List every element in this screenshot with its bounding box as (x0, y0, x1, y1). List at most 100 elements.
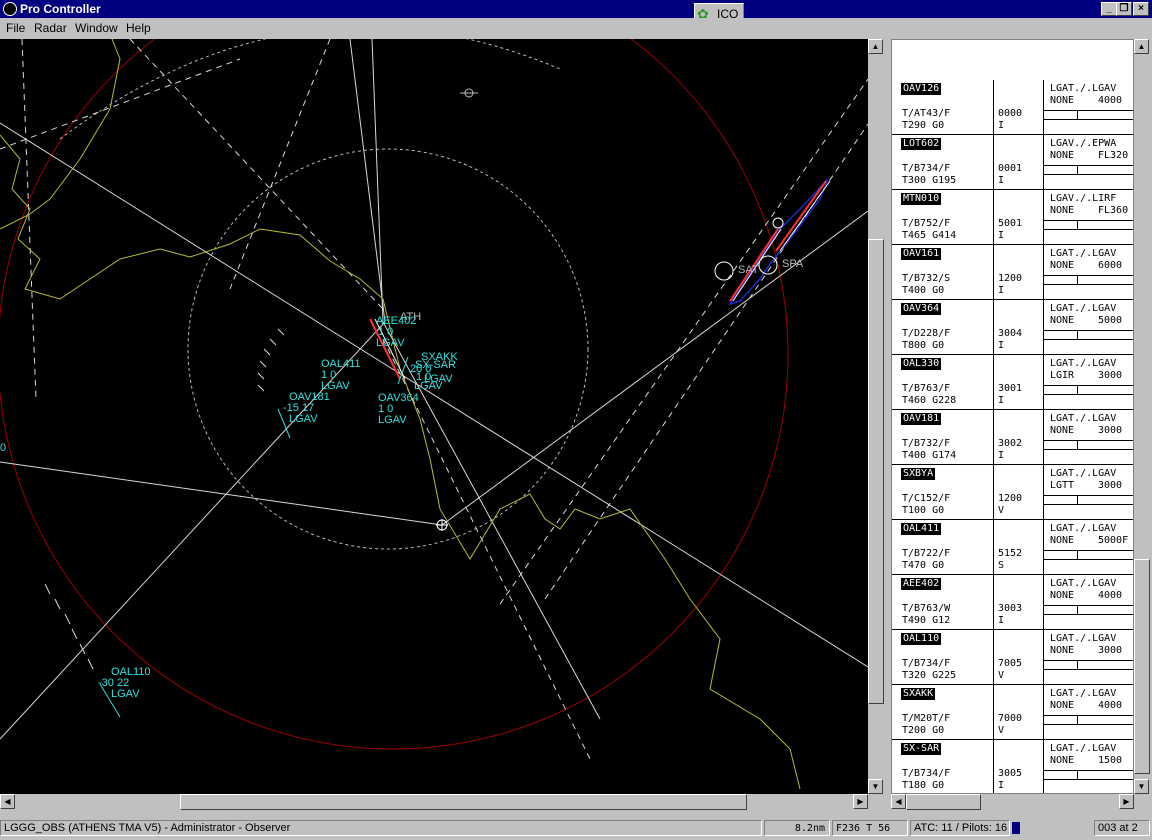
strip-marking-box[interactable] (1044, 715, 1133, 725)
strip-cleared-level: 1500 (1098, 755, 1123, 766)
strip-callsign[interactable]: SXBYA (901, 468, 936, 480)
strip-callsign[interactable]: OAL411 (901, 523, 942, 535)
strip-route: LGAT./.LGAV (1050, 633, 1117, 644)
strip-squawk-cell: 7000 V (994, 685, 1044, 739)
title-bar[interactable]: Pro Controller ✿ ICQ _ ❐ × (0, 0, 1152, 25)
flight-strip[interactable]: OAV364 T/D228/F T800 G0 3004 I LGAT./.LGAV NON… (892, 300, 1133, 355)
strip-callsign[interactable]: MTN010 (901, 193, 942, 205)
strip-route: LGAT./.LGAV (1050, 688, 1117, 699)
strip-marking-box[interactable] (1044, 550, 1133, 560)
strip-route-cell: LGAT./.LGAV NONE 1500 (1044, 740, 1133, 793)
airway-line (441, 210, 868, 526)
menu-help[interactable]: Help (126, 21, 151, 35)
strip-callsign[interactable]: LOT602 (901, 138, 942, 150)
strip-marking-box[interactable] (1044, 440, 1133, 450)
radar-scope[interactable]: SAT SPA ATH 0 AEE402 1 0 LGAV OAL411 1 0… (0, 39, 868, 794)
strip-marking-box[interactable] (1044, 605, 1133, 615)
strip-altitude: T300 G195 (902, 175, 957, 186)
scroll-down-button[interactable]: ▼ (1134, 779, 1149, 794)
strip-alternate: NONE (1050, 645, 1075, 656)
strip-callsign[interactable]: SXAKK (901, 688, 936, 700)
scroll-thumb[interactable] (906, 794, 981, 810)
strip-cleared-level: FL360 (1098, 205, 1129, 216)
strip-alternate: NONE (1050, 535, 1075, 546)
strip-route-cell: LGAT./.LGAV NONE 4000 (1044, 685, 1133, 739)
menu-bar: File Radar Window Help (0, 18, 1152, 38)
scroll-up-button[interactable]: ▲ (1134, 39, 1149, 54)
strip-marking-box[interactable] (1044, 385, 1133, 395)
strip-callsign[interactable]: OAL330 (901, 358, 942, 370)
flight-strip[interactable]: OAV181 T/B732/F T400 G174 3002 I LGAT./.LGAV N… (892, 410, 1133, 465)
strips-vertical-scrollbar[interactable]: ▲ ▼ (1134, 39, 1150, 794)
scroll-left-button[interactable]: ◀ (0, 794, 15, 809)
minimize-button[interactable]: _ (1101, 2, 1117, 16)
strip-callsign[interactable]: OAV364 (901, 303, 942, 315)
strip-alternate: NONE (1050, 95, 1075, 106)
radar-horizontal-scrollbar[interactable]: ◀ ▶ (0, 794, 868, 810)
strip-squawk: 7000 (998, 713, 1023, 724)
strip-callsign[interactable]: OAV161 (901, 248, 942, 260)
radar-vertical-scrollbar[interactable]: ▲ ▼ (868, 39, 884, 794)
strip-marking-box[interactable] (1044, 110, 1133, 120)
strip-aircraft-type: T/M20T/F (902, 713, 951, 724)
flight-strip[interactable]: SXBYA T/C152/F T100 G0 1200 V LGAT./.LGAV LGTT… (892, 465, 1133, 520)
scroll-right-button[interactable]: ▶ (853, 794, 868, 809)
scroll-left-button[interactable]: ◀ (891, 794, 906, 809)
strip-route: LGAT./.LGAV (1050, 578, 1117, 589)
strip-callsign[interactable]: AEE402 (901, 578, 942, 590)
strip-squawk: 0001 (998, 163, 1023, 174)
scroll-thumb[interactable] (180, 794, 747, 810)
menu-radar[interactable]: Radar (34, 21, 67, 35)
strip-callsign[interactable]: OAV181 (901, 413, 942, 425)
flight-strip[interactable]: OAL110 T/B734/F T320 G225 7005 V LGAT./.LGAV N… (892, 630, 1133, 685)
scroll-down-button[interactable]: ▼ (868, 779, 883, 794)
strip-marking-box[interactable] (1044, 660, 1133, 670)
scroll-right-button[interactable]: ▶ (1119, 794, 1134, 809)
strip-marking-box[interactable] (1044, 165, 1133, 175)
strip-callsign[interactable]: SX-SAR (901, 743, 942, 755)
flight-strip[interactable]: LOT602 T/B734/F T300 G195 0001 I LGAV./.EPWA N… (892, 135, 1133, 190)
strip-route-cell: LGAT./.LGAV NONE 4000 (1044, 80, 1133, 134)
strip-callsign[interactable]: OAV126 (901, 83, 942, 95)
flight-strip-bay[interactable]: OAV126 T/AT43/F T290 G0 0000 I LGAT./.LGAV NON… (891, 39, 1134, 794)
strip-callsign[interactable]: OAL110 (901, 633, 942, 645)
strip-aircraft-type: T/B763/F (902, 383, 951, 394)
menu-window[interactable]: Window (75, 21, 118, 35)
strip-cleared-level: 4000 (1098, 95, 1123, 106)
strip-marking-box[interactable] (1044, 495, 1133, 505)
strip-id-cell: OAL411 T/B722/F T470 G0 (892, 520, 994, 574)
strip-marking-box[interactable] (1044, 220, 1133, 230)
strip-marking-box[interactable] (1044, 770, 1133, 780)
scroll-up-button[interactable]: ▲ (868, 39, 883, 54)
strip-id-cell: OAL330 T/B763/F T460 G228 (892, 355, 994, 409)
flight-strip[interactable]: OAL411 T/B722/F T470 G0 5152 S LGAT./.LGAV NON… (892, 520, 1133, 575)
strip-flight-rules: I (998, 285, 1005, 296)
strip-altitude: T470 G0 (902, 560, 945, 571)
strip-marking-box[interactable] (1044, 330, 1133, 340)
flight-strip[interactable]: OAV161 T/B732/S T400 G0 1200 I LGAT./.LGAV NON… (892, 245, 1133, 300)
flight-strip[interactable]: MTN010 T/B752/F T465 G414 5001 I LGAV./.LIRF N… (892, 190, 1133, 245)
airway-line (0, 122, 868, 668)
flight-strip[interactable]: OAL330 T/B763/F T460 G228 3001 I LGAT./.LGAV L… (892, 355, 1133, 410)
strip-flight-rules: I (998, 780, 1005, 791)
status-connection: LGGG_OBS (ATHENS TMA V5) - Administrator… (0, 820, 762, 836)
app-icon[interactable] (3, 2, 17, 16)
scroll-thumb[interactable] (1134, 559, 1150, 774)
dashed-route (129, 39, 384, 310)
strip-squawk: 5001 (998, 218, 1023, 229)
runway-ticks (44, 583, 94, 670)
strip-flight-rules: I (998, 450, 1005, 461)
flight-strip[interactable]: AEE402 T/B763/W T490 G12 3003 I LGAT./.LGAV NO… (892, 575, 1133, 630)
flight-strip[interactable]: OAV126 T/AT43/F T290 G0 0000 I LGAT./.LGAV NON… (892, 80, 1133, 135)
restore-button[interactable]: ❐ (1116, 2, 1132, 16)
close-button[interactable]: × (1133, 2, 1149, 16)
flight-strip[interactable]: SX-SAR T/B734/F T180 G0 3005 I LGAT./.LGAV NON… (892, 740, 1133, 793)
menu-file[interactable]: File (6, 21, 25, 35)
scroll-thumb[interactable] (868, 239, 884, 704)
strips-horizontal-scrollbar[interactable]: ◀ ▶ (891, 794, 1134, 810)
strip-aircraft-type: T/D228/F (902, 328, 951, 339)
status-time: 003 at 2 (1094, 820, 1150, 836)
flight-strip[interactable]: SXAKK T/M20T/F T200 G0 7000 V LGAT./.LGAV NONE… (892, 685, 1133, 740)
strip-marking-box[interactable] (1044, 275, 1133, 285)
strip-route-cell: LGAV./.EPWA NONE FL320 (1044, 135, 1133, 189)
